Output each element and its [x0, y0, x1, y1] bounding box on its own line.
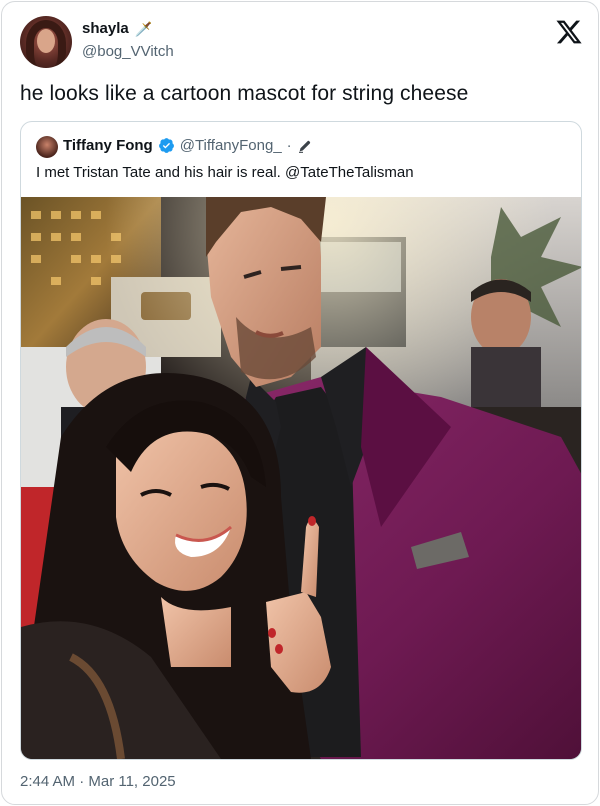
quoted-author-avatar[interactable] [36, 136, 58, 158]
user-avatar[interactable] [20, 16, 72, 68]
author-display-name[interactable]: shayla [82, 20, 129, 37]
author-name-row: shayla 🗡️ [82, 20, 152, 37]
x-logo-icon[interactable] [555, 18, 583, 46]
quoted-tweet[interactable]: Tiffany Fong @TiffanyFong_ · I met Trist… [20, 121, 582, 760]
quoted-author-handle[interactable]: @TiffanyFong_ [180, 137, 282, 154]
pencil-icon [298, 140, 310, 153]
tweet-card[interactable]: shayla 🗡️ @bog_VVitch he looks like a ca… [1, 1, 599, 805]
quoted-author-row: Tiffany Fong @TiffanyFong_ · [63, 137, 313, 154]
tweet-text: he looks like a cartoon mascot for strin… [20, 82, 469, 105]
quoted-tweet-photo[interactable] [21, 197, 582, 759]
dagger-emoji: 🗡️ [134, 20, 153, 37]
author-handle[interactable]: @bog_VVitch [82, 43, 174, 60]
quoted-author-name[interactable]: Tiffany Fong [63, 137, 153, 154]
verified-badge-icon [158, 138, 174, 153]
quoted-tweet-text: I met Tristan Tate and his hair is real.… [36, 164, 414, 181]
separator-dot: · [286, 137, 292, 154]
tweet-timestamp[interactable]: 2:44 AM · Mar 11, 2025 [20, 773, 176, 790]
